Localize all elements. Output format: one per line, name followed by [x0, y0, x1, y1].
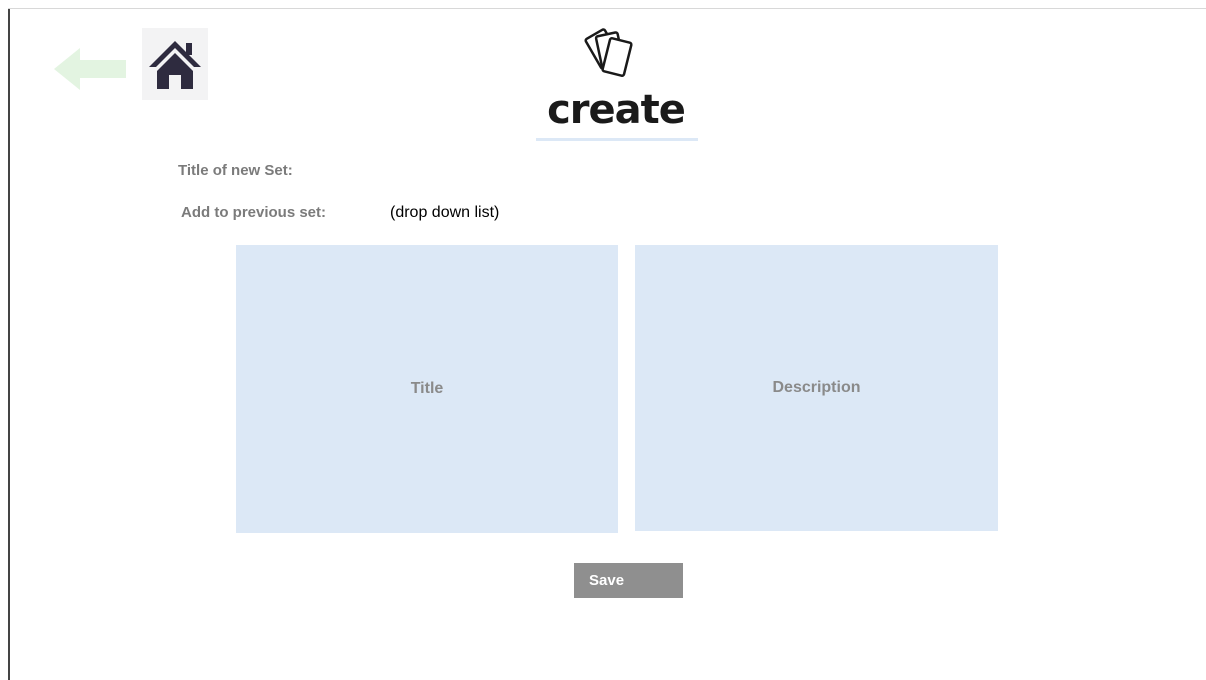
frame-border-left [8, 8, 10, 680]
save-button[interactable]: Save [574, 563, 683, 598]
title-input-box[interactable]: Title [236, 245, 618, 533]
previous-set-dropdown[interactable]: (drop down list) [390, 201, 499, 225]
title-of-new-set-label: Title of new Set: [178, 162, 293, 179]
logo-underline [536, 138, 698, 141]
add-to-previous-set-label: Add to previous set: [181, 204, 327, 221]
description-input-box[interactable]: Description [635, 245, 998, 531]
back-button[interactable] [54, 46, 126, 92]
home-button[interactable] [142, 28, 208, 100]
title-placeholder: Title [410, 380, 444, 397]
description-placeholder: Description [772, 379, 861, 396]
home-icon [149, 41, 201, 89]
frame-border-top [8, 8, 1206, 9]
cards-icon [584, 28, 633, 77]
arrow-left-icon [54, 48, 126, 90]
app-logo: create [534, 28, 698, 144]
logo-text: create [547, 87, 686, 133]
